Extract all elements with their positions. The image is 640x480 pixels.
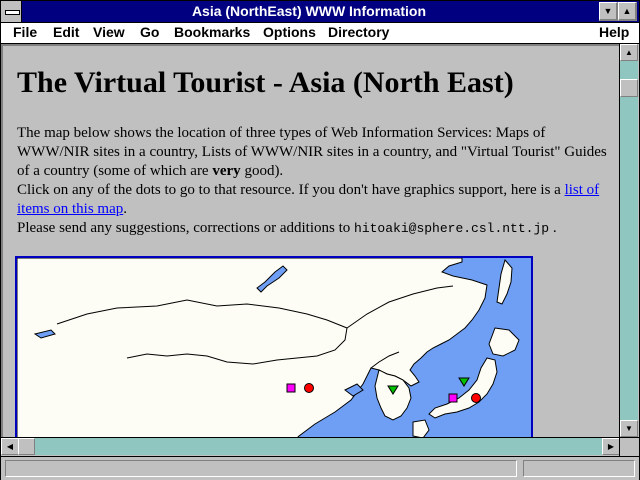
status-message-pane xyxy=(5,460,517,477)
arrow-right-icon: ▶ xyxy=(607,442,615,451)
asia-northeast-map[interactable] xyxy=(15,256,533,437)
scroll-down-button[interactable]: ▼ xyxy=(620,420,638,437)
arrow-down-icon: ▼ xyxy=(625,424,633,433)
menu-bookmarks[interactable]: Bookmarks xyxy=(174,24,250,40)
system-menu-icon xyxy=(5,10,20,15)
click-instruction-end: . xyxy=(123,201,127,217)
arrow-left-icon: ◀ xyxy=(6,442,14,451)
click-instruction: Click on any of the dots to go to that r… xyxy=(17,182,565,198)
map-marker-site-list-china[interactable] xyxy=(304,383,314,393)
menu-go[interactable]: Go xyxy=(140,24,159,40)
scroll-up-button[interactable]: ▲ xyxy=(620,44,638,61)
document-view[interactable]: The Virtual Tourist - Asia (North East) … xyxy=(1,44,619,437)
menu-edit[interactable]: Edit xyxy=(53,24,79,40)
menu-view[interactable]: View xyxy=(93,24,125,40)
horizontal-scroll-thumb[interactable] xyxy=(18,438,35,455)
intro-paragraph: The map below shows the location of thre… xyxy=(17,124,615,238)
page-title: The Virtual Tourist - Asia (North East) xyxy=(17,66,514,99)
map-image xyxy=(17,258,531,437)
scroll-left-button[interactable]: ◀ xyxy=(1,438,19,455)
vertical-scroll-thumb[interactable] xyxy=(620,79,638,97)
maximize-button[interactable]: ▲ xyxy=(618,2,637,21)
intro-bold-text: very xyxy=(212,163,241,179)
window-title: Asia (NorthEast) WWW Information xyxy=(191,3,427,19)
menu-options[interactable]: Options xyxy=(263,24,316,40)
status-progress-pane xyxy=(523,460,635,477)
contact-email: hitoaki@sphere.csl.ntt.jp xyxy=(354,221,550,236)
maximize-icon: ▲ xyxy=(622,6,632,16)
intro-text-end: good). xyxy=(240,163,284,179)
horizontal-scroll-track[interactable] xyxy=(18,438,602,455)
horizontal-scrollbar[interactable]: ◀ ▶ xyxy=(1,437,620,456)
map-marker-site-list-japan[interactable] xyxy=(471,393,481,403)
contact-text: Please send any suggestions, corrections… xyxy=(17,220,355,236)
title-bar: Asia (NorthEast) WWW Information ▼ ▲ xyxy=(1,1,639,23)
menu-file[interactable]: File xyxy=(13,24,37,40)
map-marker-site-map-japan[interactable] xyxy=(448,393,458,403)
minimize-button[interactable]: ▼ xyxy=(599,2,618,21)
scrollbar-corner xyxy=(619,437,639,456)
scroll-right-button[interactable]: ▶ xyxy=(602,438,620,455)
vertical-scroll-track[interactable] xyxy=(620,61,638,420)
arrow-up-icon: ▲ xyxy=(625,48,633,57)
menu-help[interactable]: Help xyxy=(599,24,629,40)
browser-window: Asia (NorthEast) WWW Information ▼ ▲ Fil… xyxy=(0,0,640,480)
menu-directory[interactable]: Directory xyxy=(328,24,389,40)
menu-bar: File Edit View Go Bookmarks Options Dire… xyxy=(1,23,639,44)
minimize-icon: ▼ xyxy=(603,6,613,16)
system-menu-button[interactable] xyxy=(1,1,22,22)
contact-text-end: . xyxy=(549,220,557,236)
status-bar xyxy=(1,456,639,480)
intro-text: The map below shows the location of thre… xyxy=(17,125,607,179)
map-marker-site-map-china[interactable] xyxy=(286,383,296,393)
vertical-scrollbar[interactable]: ▲ ▼ xyxy=(619,44,638,437)
